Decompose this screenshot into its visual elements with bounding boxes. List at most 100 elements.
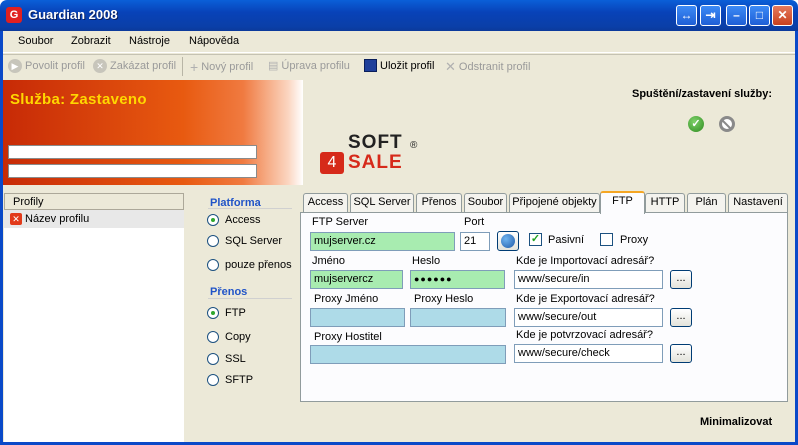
password-label: Heslo [412,255,441,267]
tab-access[interactable]: Access [303,193,348,212]
radio-dot [207,307,219,319]
logo-soft: SOFT [348,132,403,153]
radio-label: SSL [225,353,246,365]
softsale-logo-icon: 4 [320,152,344,174]
disable-profile-button[interactable]: ✕ Zakázat profil [93,59,176,73]
password-input[interactable]: ●●●●●● [410,270,505,289]
maximize-button[interactable]: □ [749,5,770,26]
user-label: Jméno [312,255,346,267]
radio-label: Access [225,214,261,226]
stop-service-icon[interactable] [719,116,735,132]
start-service-icon[interactable]: ✓ [688,116,704,132]
port-label: Port [464,216,485,228]
tab-sql-server[interactable]: SQL Server [350,193,414,212]
passive-label: Pasivní [548,234,585,246]
floppy-icon [364,59,377,72]
radio-ssl[interactable]: SSL [207,353,246,365]
tab-http[interactable]: HTTP [645,193,685,212]
browse-export-button[interactable]: ... [670,308,692,327]
menu-nastroje[interactable]: Nástroje [129,35,170,47]
delete-icon: ✕ [445,59,456,74]
edit-icon: ▤ [268,60,279,72]
radio-transfer-only[interactable]: pouze přenos [207,259,292,271]
enable-profile-button[interactable]: ▶ Povolit profil [8,59,85,73]
proxy-label: Proxy [620,234,649,246]
proxy-password-input[interactable] [410,308,506,327]
test-connection-button[interactable] [497,231,519,251]
import-dir-input[interactable]: www/secure/in [514,270,663,289]
radio-sftp[interactable]: SFTP [207,374,253,386]
banner-field-1 [8,145,257,159]
proxy-checkbox[interactable] [600,233,613,246]
radio-label: SFTP [225,374,254,386]
banner-field-2 [8,164,257,178]
radio-ftp[interactable]: FTP [207,307,246,319]
menu-bar [3,31,795,53]
menu-soubor[interactable]: Soubor [18,35,53,47]
confirm-dir-input[interactable]: www/secure/check [514,344,663,363]
divider [208,298,292,299]
disabled-profile-icon: ✕ [10,213,22,225]
service-control-label: Spuštění/zastavení služby: [632,88,772,100]
radio-label: pouze přenos [225,259,292,271]
radio-access[interactable]: Access [207,214,260,226]
tab-settings[interactable]: Nastavení [728,193,788,212]
tray-icon[interactable]: ⇥ [700,5,721,26]
radio-label: SQL Server [225,235,283,247]
tab-file[interactable]: Soubor [464,193,507,212]
minimize-button[interactable]: – [726,5,747,26]
disable-profile-label: Zakázat profil [110,60,177,72]
globe-icon [501,234,515,248]
cancel-icon: ✕ [93,59,107,73]
remove-profile-button[interactable]: ✕ Odstranit profil [445,59,530,75]
confirm-dir-label: Kde je potvrzovací adresář? [516,329,653,341]
export-dir-input[interactable]: www/secure/out [514,308,663,327]
menu-napoveda[interactable]: Nápověda [189,35,239,47]
radio-sql-server[interactable]: SQL Server [207,235,282,247]
profiles-header[interactable]: Profily [4,193,184,210]
toolbar-separator [182,57,183,76]
list-item[interactable]: ✕ Název profilu [4,210,184,228]
profile-name: Název profilu [25,213,90,225]
radio-dot [207,214,219,226]
passive-checkbox[interactable]: ✓ [529,233,542,246]
menu-zobrazit[interactable]: Zobrazit [71,35,111,47]
user-input[interactable]: mujservercz [310,270,403,289]
save-profile-button[interactable]: Uložit profil [364,59,434,72]
proxy-user-label: Proxy Jméno [314,293,379,305]
close-button[interactable]: ✕ [772,5,793,26]
ftp-server-input[interactable]: mujserver.cz [310,232,455,251]
export-dir-label: Kde je Exportovací adresář? [516,293,655,305]
radio-dot [207,353,219,365]
browse-confirm-button[interactable]: ... [670,344,692,363]
proxy-host-label: Proxy Hostitel [314,331,382,343]
radio-copy[interactable]: Copy [207,331,251,343]
proxy-host-input[interactable] [310,345,506,364]
radio-label: FTP [225,307,246,319]
service-status: Služba: Zastaveno [10,91,147,108]
profiles-list [4,210,184,442]
browse-import-button[interactable]: ... [670,270,692,289]
ftp-server-label: FTP Server [312,216,369,228]
save-profile-label: Uložit profil [380,59,435,72]
app-icon: G [6,7,22,23]
radio-dot [207,235,219,247]
divider [208,208,292,209]
proxy-password-label: Proxy Heslo [414,293,474,305]
logo-registered: ® [410,140,418,151]
logo-sale: SALE [348,152,403,173]
proxy-user-input[interactable] [310,308,405,327]
new-profile-label: Nový profil [201,61,254,73]
tab-schedule[interactable]: Plán [687,193,726,212]
edit-profile-button[interactable]: ▤ Úprava profilu [268,59,350,73]
new-profile-button[interactable]: + Nový profil [190,59,253,75]
plus-icon: + [190,59,199,75]
tab-ftp[interactable]: FTP [600,191,645,214]
minimize-button[interactable]: Minimalizovat [700,416,772,428]
port-input[interactable]: 21 [460,232,490,251]
restore-icon[interactable]: ↔ [676,5,697,26]
tab-transfer[interactable]: Přenos [416,193,462,212]
tab-linked-objects[interactable]: Připojené objekty [509,193,600,212]
radio-dot [207,374,219,386]
enable-profile-label: Povolit profil [25,60,85,72]
